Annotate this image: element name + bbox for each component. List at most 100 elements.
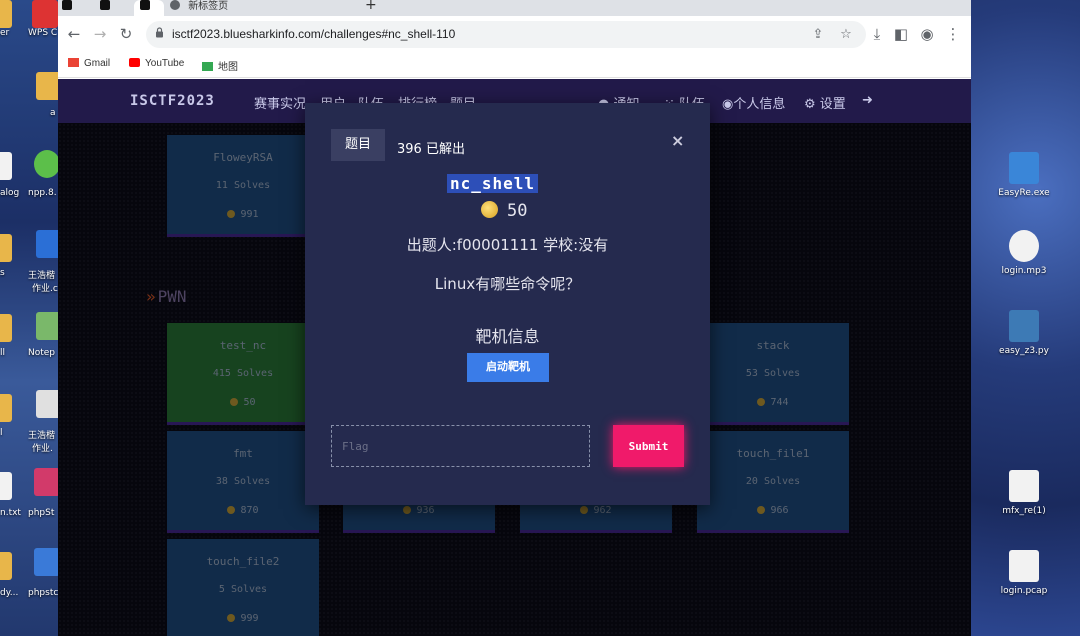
desktop-file-easyre[interactable]: EasyRe.exe (979, 152, 1069, 198)
start-target-button[interactable]: 启动靶机 (467, 353, 549, 382)
bookmark-label: 地图 (218, 62, 238, 73)
tab-challenge[interactable]: 题目 (331, 129, 385, 161)
tab-new-tab-page[interactable]: 新标签页 (170, 0, 350, 16)
challenge-value: 50 (481, 201, 527, 221)
folder-icon[interactable] (0, 552, 12, 580)
tab-label: 新标签页 (188, 1, 229, 12)
desktop-icon-label: er (0, 28, 10, 38)
coin-icon (481, 201, 498, 218)
desktop-file-label: login.mp3 (1001, 266, 1047, 276)
share-icon[interactable]: ⇪ (810, 27, 826, 43)
desktop-file-easy-z3[interactable]: easy_z3.py (979, 310, 1069, 356)
site-brand[interactable]: ISCTF2023 (130, 93, 215, 109)
youtube-icon (129, 58, 140, 67)
python-file-icon (1009, 310, 1039, 342)
gears-icon: ⚙ (804, 97, 816, 112)
desktop-icon-label: ll (0, 348, 6, 358)
desktop-file-label: easy_z3.py (999, 346, 1049, 356)
bookmarks-bar: Gmail YouTube 地图 (58, 52, 971, 78)
logout-icon[interactable]: ➜ (862, 93, 873, 108)
close-icon[interactable]: × (671, 131, 684, 150)
address-bar[interactable]: isctf2023.bluesharkinfo.com/challenges#n… (146, 21, 866, 48)
reload-icon[interactable]: ↻ (116, 24, 136, 44)
tab-tiktok-1[interactable] (62, 0, 94, 16)
gmail-icon (68, 58, 79, 67)
ctf-page: ISCTF2023 赛事实况 用户 队伍 排行榜 题目 ● 通知 ⁙ 队伍 ◉个… (58, 79, 971, 636)
desktop-file-label: mfx_re(1) (1002, 506, 1046, 516)
bookmark-gmail[interactable]: Gmail (68, 58, 110, 69)
desktop-file-login-pcap[interactable]: login.pcap (979, 550, 1069, 596)
download-icon[interactable]: ⤓ (867, 24, 887, 44)
submit-button[interactable]: Submit (613, 425, 684, 467)
desktop-icon-label: 王浩楷 (28, 271, 56, 281)
notepad-plus-icon[interactable] (34, 150, 60, 178)
tiktok-icon (100, 0, 110, 10)
nav-live[interactable]: 赛事实况 (254, 93, 306, 112)
challenge-title: nc_shell (447, 174, 539, 193)
side-panel-icon[interactable]: ◧ (891, 24, 911, 44)
blank-file-icon (1009, 470, 1039, 502)
desktop-file-label: login.pcap (1000, 586, 1048, 596)
exe-icon (1009, 152, 1039, 184)
tiktok-icon (140, 0, 150, 10)
folder-icon[interactable] (0, 394, 12, 422)
desktop-icon-label: s (0, 268, 5, 278)
url-text: isctf2023.bluesharkinfo.com/challenges#n… (172, 27, 456, 41)
desktop-left-strip: er WPS C a alog npp.8. s 王浩楷 作业.c ll Not… (0, 0, 62, 636)
desktop-icon-label: dy... (0, 588, 19, 598)
nav-profile[interactable]: ◉个人信息 (722, 93, 785, 112)
solve-count[interactable]: 396 已解出 (397, 138, 465, 157)
desktop-icon-label: 王浩楷 (28, 431, 56, 441)
desktop-icon-label: l (0, 428, 3, 438)
nav-profile-label: 个人信息 (733, 97, 786, 112)
bookmark-label: YouTube (145, 58, 185, 69)
tab-tiktok-2[interactable] (100, 0, 132, 16)
nav-settings-label: 设置 (819, 97, 846, 112)
challenge-value-number: 50 (507, 201, 528, 221)
desktop-icon-label: phpSt (28, 508, 55, 518)
back-arrow-icon[interactable]: ← (64, 24, 84, 44)
nav-settings[interactable]: ⚙ 设置 (804, 93, 846, 112)
browser-window: 新标签页 + ← → ↻ isctf2023.bluesharkinfo.com… (58, 0, 971, 636)
user-circle-icon: ◉ (722, 97, 734, 112)
menu-kebab-icon[interactable]: ⋮ (943, 24, 963, 44)
maps-icon (202, 62, 213, 71)
tab-tiktok-3[interactable] (134, 0, 164, 16)
desktop-icon-label: 作业.c (32, 284, 58, 294)
folder-icon[interactable] (0, 0, 12, 28)
desktop-file-login-mp3[interactable]: login.mp3 (979, 230, 1069, 276)
challenge-modal: 题目 396 已解出 × nc_shell 50 出题人:f00001111 学… (305, 103, 710, 505)
desktop-icon-label: Notep (28, 348, 56, 358)
forward-arrow-icon[interactable]: → (90, 24, 110, 44)
desktop-icon-label: 作业. (32, 444, 53, 454)
bookmark-maps[interactable]: 地图 (202, 58, 238, 73)
browser-toolbar: ← → ↻ isctf2023.bluesharkinfo.com/challe… (58, 16, 971, 52)
blank-file-icon (1009, 550, 1039, 582)
profile-avatar-icon[interactable]: ◉ (917, 24, 937, 44)
folder-icon[interactable] (0, 234, 12, 262)
desktop-file-mfx-re[interactable]: mfx_re(1) (979, 470, 1069, 516)
tiktok-icon (62, 0, 72, 10)
globe-icon (170, 0, 180, 10)
desktop-icon-label: n.txt (0, 508, 21, 518)
file-icon[interactable] (0, 152, 12, 180)
bookmark-star-icon[interactable]: ☆ (838, 27, 854, 43)
tab-strip: 新标签页 + (58, 0, 971, 16)
desktop-right-strip: EasyRe.exe login.mp3 easy_z3.py mfx_re(1… (971, 0, 1080, 636)
challenge-description: Linux有哪些命令呢？ (434, 275, 581, 293)
desktop-file-label: EasyRe.exe (998, 188, 1050, 198)
wps-icon[interactable] (32, 0, 58, 28)
desktop-icon-label: alog (0, 188, 20, 198)
new-tab-button[interactable]: + (365, 0, 379, 16)
phpstorm-icon[interactable] (34, 548, 60, 576)
audio-file-icon (1009, 230, 1039, 262)
desktop-icon-label: npp.8. (28, 188, 57, 198)
target-info-heading: 靶机信息 (475, 327, 540, 346)
phpstudy-icon[interactable] (34, 468, 60, 496)
desktop-icon-label: WPS C (28, 28, 58, 38)
bookmark-youtube[interactable]: YouTube (129, 58, 184, 69)
folder-icon[interactable] (0, 314, 12, 342)
flag-input[interactable] (331, 425, 590, 467)
desktop-icon-label: phpstc (28, 588, 59, 598)
file-icon[interactable] (0, 472, 12, 500)
